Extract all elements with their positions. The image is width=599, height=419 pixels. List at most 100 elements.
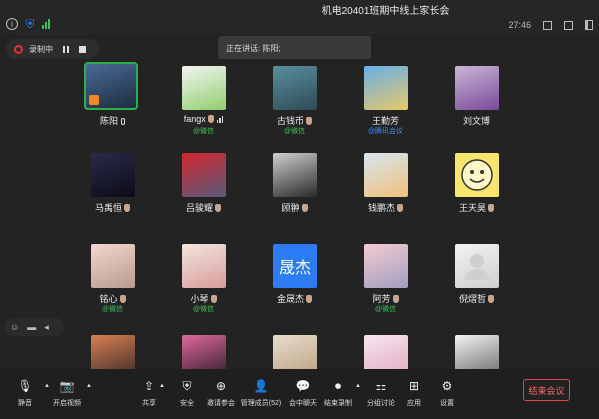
- photo-baby-avatar: [91, 244, 135, 288]
- participant-grid: 陈阳 fangx @微信 古钱币 @微信 王勤芳 @腾讯会议 刘文博马禹恒 吕骏耀 顾翀 钱鹏杰 王天…: [0, 0, 599, 419]
- participant-source: @微信: [192, 306, 215, 313]
- participant-name-text: 王勤芳: [371, 116, 399, 126]
- participant-tile[interactable]: 钱鹏杰: [338, 153, 433, 233]
- mic-button[interactable]: 🎙 静音: [2, 377, 48, 408]
- anime-dark-avatar: [91, 153, 135, 197]
- participant-tile[interactable]: 刘文博: [429, 66, 524, 146]
- side-mini-controls: ☺ ▬ ◂: [4, 318, 64, 336]
- members-icon: 👤: [253, 379, 269, 393]
- participant-name-text: 铭心: [99, 294, 118, 304]
- participant-tile[interactable]: 古钱币 @微信: [247, 66, 342, 146]
- participant-name-text: 吕骏耀: [185, 203, 213, 213]
- raised-hand-icon: [207, 115, 214, 123]
- participant-source: @腾讯会议: [367, 128, 404, 135]
- participant-tile[interactable]: 王勤芳 @腾讯会议: [338, 66, 433, 146]
- participant-name-text: 顾翀: [281, 203, 300, 213]
- mic-icon: 🎙: [17, 379, 33, 393]
- raised-hand-icon: [119, 295, 126, 303]
- toolbar-label: 管理成员(52): [240, 400, 282, 407]
- participant-name: 吕骏耀: [156, 201, 251, 214]
- smiley-face-avatar: [455, 153, 499, 197]
- participant-tile[interactable]: 陈阳: [65, 62, 160, 146]
- participant-name-text: 小琴: [190, 294, 209, 304]
- participant-name-text: fangx: [183, 114, 206, 124]
- toolbar-label: 静音: [18, 400, 32, 407]
- photo-girl-avatar: [364, 244, 408, 288]
- end-meeting-button[interactable]: 结束会议: [523, 379, 570, 401]
- settings-icon: ⚙: [441, 379, 453, 393]
- participant-name-text: 王天昊: [458, 203, 486, 213]
- avatar-text: 晟杰: [278, 260, 311, 277]
- cartoon-frogs-avatar: [182, 66, 226, 110]
- participant-name-text: 阿芳: [372, 294, 391, 304]
- smiley-icon: [455, 153, 499, 197]
- participant-name: 顾翀: [247, 201, 342, 214]
- raised-hand-icon: [210, 295, 217, 303]
- raised-hand-icon: [215, 204, 221, 212]
- anime-princess-avatar: [182, 244, 226, 288]
- participant-source: @微信: [283, 128, 306, 135]
- raised-hand-icon: [397, 204, 403, 212]
- anime-girl-avatar: [455, 66, 499, 110]
- participant-tile[interactable]: fangx @微信: [156, 66, 251, 146]
- toolbar-label: 开启视频: [53, 400, 81, 407]
- participant-name: 倪熠哲: [429, 292, 524, 305]
- participant-tile[interactable]: 阿芳 @微信: [338, 244, 433, 324]
- participant-name: 陈阳: [65, 114, 160, 127]
- raised-hand-icon: [306, 295, 312, 303]
- participant-source: @微信: [192, 128, 215, 135]
- participant-tile[interactable]: 马禹恒: [65, 153, 160, 233]
- participant-tile[interactable]: 顾翀: [247, 153, 342, 233]
- participant-name: 马禹恒: [65, 201, 160, 214]
- participant-name: fangx: [156, 114, 251, 124]
- toolbar-label: 设置: [440, 400, 454, 407]
- raised-hand-icon: [488, 295, 494, 303]
- raised-hand-icon: [306, 117, 312, 125]
- participant-name-text: 金晟杰: [276, 294, 304, 304]
- participant-source: @微信: [101, 306, 124, 313]
- raised-hand-icon: [488, 204, 494, 212]
- audio-level-icon: [216, 116, 224, 123]
- photo-road-avatar: [273, 66, 317, 110]
- participant-tile[interactable]: 吕骏耀: [156, 153, 251, 233]
- default-user-icon: [464, 254, 490, 280]
- participant-name-text: 倪熠哲: [458, 294, 486, 304]
- participant-name-text: 古钱币: [276, 116, 304, 126]
- participant-name: 金晟杰: [247, 292, 342, 305]
- participant-name-text: 马禹恒: [94, 203, 122, 213]
- text-sheng-jie-avatar: 晟杰: [273, 244, 317, 288]
- stop-record-button[interactable]: ⏺ 结束录制: [315, 377, 361, 408]
- participant-tile[interactable]: 倪熠哲: [429, 244, 524, 324]
- cartoon-cat-avatar: [273, 153, 317, 197]
- participant-tile[interactable]: 王天昊: [429, 153, 524, 233]
- cartoon-boy-avatar: [364, 153, 408, 197]
- mic-on-icon: [121, 118, 125, 125]
- participant-name-text: 陈阳: [99, 116, 118, 126]
- photo-dusk-avatar: [84, 62, 138, 110]
- default-user-avatar: [455, 244, 499, 288]
- raised-hand-icon: [392, 295, 399, 303]
- participant-tile[interactable]: 晟杰 金晟杰: [247, 244, 342, 324]
- video-off-button[interactable]: 📷 开启视频: [44, 377, 90, 408]
- participant-name: 钱鹏杰: [338, 201, 433, 214]
- collapse-left-icon[interactable]: ◂: [44, 322, 49, 333]
- raised-hand-icon: [124, 204, 130, 212]
- participant-tile[interactable]: 小琴 @微信: [156, 244, 251, 324]
- participant-tile[interactable]: 铭心 @微信: [65, 244, 160, 324]
- participant-name-text: 钱鹏杰: [367, 203, 395, 213]
- stop-record-icon: ⏺: [334, 378, 341, 393]
- photo-flag-avatar: [182, 153, 226, 197]
- bottom-toolbar: ▲ ▲ ▲ ▲ 结束会议 🎙 静音 📷 开启视频 ⇪ 共享 ⛨ 安全 ⊕ 邀请参会 👤 管理成员(52…: [0, 369, 599, 419]
- emoji-icon[interactable]: ☺: [10, 322, 19, 332]
- chat-bubble-icon[interactable]: ▬: [27, 322, 36, 332]
- members-button[interactable]: 👤 管理成员(52): [238, 377, 284, 408]
- raised-hand-icon: [301, 204, 308, 212]
- host-badge-icon: [89, 95, 99, 105]
- toolbar-label: 结束录制: [324, 400, 352, 407]
- participant-name: 刘文博: [429, 114, 524, 127]
- participant-name-text: 刘文博: [462, 116, 490, 126]
- participant-name: 王天昊: [429, 201, 524, 214]
- photo-sky-avatar: [364, 66, 408, 110]
- settings-button[interactable]: ⚙ 设置: [424, 377, 470, 408]
- participant-source: @微信: [374, 306, 397, 313]
